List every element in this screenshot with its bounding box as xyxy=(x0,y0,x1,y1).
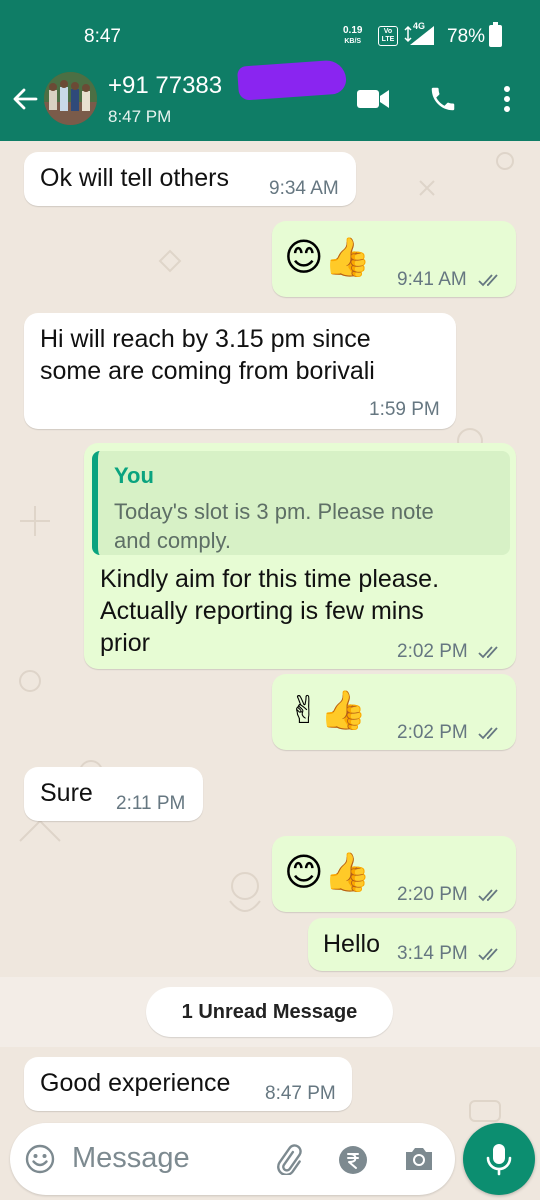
message-time: 2:02 PM xyxy=(397,641,468,662)
contact-name[interactable]: +91 77383 xyxy=(108,72,222,100)
message-emoji: 😊👍 xyxy=(284,850,371,894)
volte-top: Vo xyxy=(383,28,393,35)
message-bubble-incoming[interactable]: Good experience 8:47 PM xyxy=(24,1057,352,1111)
phone-icon[interactable] xyxy=(428,84,458,114)
message-text: Hello xyxy=(323,930,380,958)
unread-count-label: 1 Unread Message xyxy=(146,987,393,1037)
network-type: 4G xyxy=(413,21,426,31)
message-time: 9:41 AM xyxy=(397,269,467,290)
network-speed-unit: KB/S xyxy=(344,38,362,45)
chat-area[interactable]: Ok will tell others 9:34 AM 😊👍 9:41 AM H… xyxy=(0,141,540,1200)
message-text-line: prior xyxy=(100,629,151,657)
message-text: Good experience xyxy=(40,1069,231,1097)
message-time: 2:20 PM xyxy=(397,884,468,905)
message-bubble-outgoing[interactable]: Hello 3:14 PM xyxy=(308,918,516,971)
message-time: 2:11 PM xyxy=(116,793,186,814)
quoted-author: You xyxy=(114,463,154,488)
message-text: Sure xyxy=(40,779,93,807)
message-bubble-incoming[interactable]: Ok will tell others 9:34 AM xyxy=(24,152,356,206)
double-tick-icon xyxy=(478,646,498,659)
rupee-icon[interactable] xyxy=(338,1145,368,1175)
video-call-icon[interactable] xyxy=(356,87,390,111)
last-seen: 8:47 PM xyxy=(108,107,172,126)
status-time: 8:47 xyxy=(84,26,121,47)
message-time: 8:47 PM xyxy=(265,1083,336,1104)
attach-icon[interactable] xyxy=(272,1143,304,1176)
top-bar: 8:47 0.19 KB/S Vo LTE 4G 78% +91 77383 8… xyxy=(0,0,540,141)
message-time: 9:34 AM xyxy=(269,178,339,199)
back-arrow-icon[interactable] xyxy=(10,84,40,114)
double-tick-icon xyxy=(478,948,498,961)
more-options-icon[interactable] xyxy=(496,84,518,114)
message-bubble-incoming[interactable]: Sure 2:11 PM xyxy=(24,767,203,821)
message-composer[interactable]: Message xyxy=(10,1123,455,1195)
double-tick-icon xyxy=(478,889,498,902)
message-text-line: Hi will reach by 3.15 pm since xyxy=(40,325,371,353)
network-speed-value: 0.19 xyxy=(343,25,363,36)
message-bubble-outgoing[interactable]: 😊👍 2:20 PM xyxy=(272,836,516,912)
emoji-icon[interactable] xyxy=(25,1144,55,1174)
redaction-scribble xyxy=(236,59,348,101)
double-tick-icon xyxy=(478,274,498,287)
quoted-text-line: and comply. xyxy=(114,528,231,553)
message-time: 1:59 PM xyxy=(369,399,440,420)
battery-icon xyxy=(489,22,502,47)
message-emoji: ✌👍 xyxy=(288,688,368,732)
message-bubble-outgoing[interactable]: 😊👍 9:41 AM xyxy=(272,221,516,297)
message-text: Ok will tell others xyxy=(40,164,229,192)
mic-button[interactable] xyxy=(463,1123,535,1195)
double-tick-icon xyxy=(478,727,498,740)
message-time: 2:02 PM xyxy=(397,722,468,743)
message-bubble-outgoing-reply[interactable]: You Today's slot is 3 pm. Please note an… xyxy=(84,443,516,669)
network-speed: 0.19 KB/S xyxy=(343,25,362,47)
battery-percent: 78% xyxy=(447,26,486,47)
quoted-text-line: Today's slot is 3 pm. Please note xyxy=(114,499,434,524)
signal-icon: 4G xyxy=(402,21,436,46)
message-bubble-outgoing[interactable]: ✌👍 2:02 PM xyxy=(272,674,516,750)
contact-avatar[interactable] xyxy=(44,72,97,125)
volte-bottom: LTE xyxy=(381,36,395,43)
message-text-line: Kindly aim for this time please. xyxy=(100,565,440,593)
message-time: 3:14 PM xyxy=(397,943,468,964)
volte-icon: Vo LTE xyxy=(378,26,398,46)
message-text-line: Actually reporting is few mins xyxy=(100,597,424,625)
message-bubble-incoming[interactable]: Hi will reach by 3.15 pm since some are … xyxy=(24,313,456,429)
message-emoji: 😊👍 xyxy=(284,235,371,279)
camera-icon[interactable] xyxy=(403,1144,435,1174)
quoted-message[interactable]: You Today's slot is 3 pm. Please note an… xyxy=(92,451,510,555)
message-text-line: some are coming from borivali xyxy=(40,357,375,385)
mic-icon xyxy=(486,1144,512,1176)
message-input[interactable]: Message xyxy=(72,1142,190,1175)
status-bar: 8:47 0.19 KB/S Vo LTE 4G 78% xyxy=(0,0,540,64)
